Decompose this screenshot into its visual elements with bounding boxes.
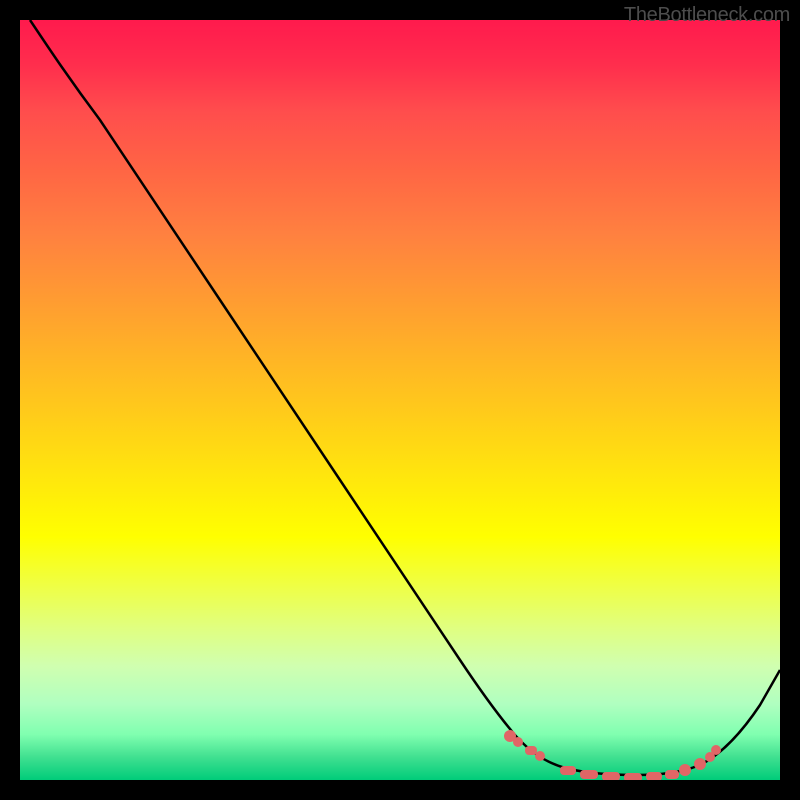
optimal-zone-markers	[504, 730, 721, 780]
watermark-text: TheBottleneck.com	[624, 4, 790, 27]
bottleneck-curve	[30, 20, 780, 775]
plot-gradient-area	[20, 20, 780, 780]
chart-container: TheBottleneck.com	[0, 0, 800, 800]
curve-svg	[20, 20, 780, 780]
